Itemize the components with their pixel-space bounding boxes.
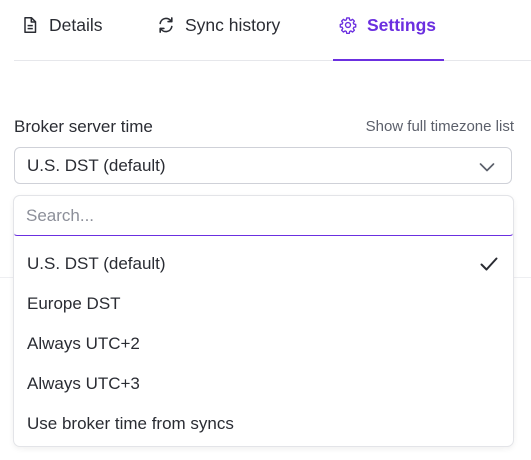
settings-page: Details Sync history Settings Broker ser… (0, 0, 531, 460)
select-value: U.S. DST (default) (27, 155, 166, 175)
search-input[interactable] (13, 195, 514, 236)
refresh-icon (159, 17, 173, 33)
tab-details-label: Details (49, 14, 103, 35)
tab-bar: Details Sync history Settings (0, 0, 531, 61)
option-always-utc-2[interactable]: Always UTC+2 (14, 324, 513, 364)
broker-server-time-select[interactable]: U.S. DST (default) (14, 147, 512, 184)
check-icon (480, 257, 498, 271)
option-label: Europe DST (27, 294, 121, 313)
broker-server-time-label: Broker server time (14, 117, 153, 136)
option-label: U.S. DST (default) (27, 254, 166, 273)
gear-icon (339, 17, 357, 34)
show-full-timezone-list-link[interactable]: Show full timezone list (366, 118, 514, 135)
option-always-utc-3[interactable]: Always UTC+3 (14, 364, 513, 404)
option-list: U.S. DST (default) Europe DST Always UTC… (14, 244, 513, 444)
document-icon (24, 17, 37, 33)
option-broker-time-from-syncs[interactable]: Use broker time from syncs (14, 404, 513, 444)
tab-sync-history-label: Sync history (185, 14, 281, 35)
option-label: Use broker time from syncs (27, 414, 234, 433)
timezone-dropdown: U.S. DST (default) Europe DST Always UTC… (13, 195, 514, 447)
chevron-down-icon (479, 163, 495, 172)
tab-sync-history[interactable]: Sync history (157, 12, 280, 38)
tabs-divider (14, 60, 531, 61)
tab-settings-label: Settings (367, 14, 437, 35)
tab-details[interactable]: Details (21, 12, 103, 38)
active-tab-indicator (333, 59, 444, 61)
option-europe-dst[interactable]: Europe DST (14, 284, 513, 324)
option-label: Always UTC+2 (27, 334, 140, 353)
option-us-dst[interactable]: U.S. DST (default) (14, 244, 513, 284)
tab-settings[interactable]: Settings (339, 12, 436, 38)
option-label: Always UTC+3 (27, 374, 140, 393)
